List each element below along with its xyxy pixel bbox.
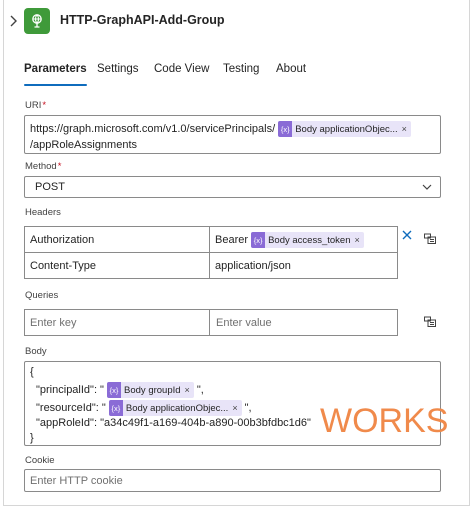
- header: HTTP-GraphAPI-Add-Group: [0, 0, 474, 44]
- body-line: }: [30, 432, 34, 444]
- queries-label: Queries: [25, 290, 59, 301]
- token-remove-icon[interactable]: ×: [402, 124, 407, 134]
- http-globe-icon: [24, 8, 50, 34]
- chevron-down-icon: [422, 184, 432, 190]
- token-remove-icon[interactable]: ×: [185, 385, 190, 395]
- switch-to-text-icon[interactable]: [423, 314, 437, 328]
- tab-about[interactable]: About: [276, 63, 306, 75]
- header-key-field-2[interactable]: Content-Type: [24, 252, 210, 279]
- header-token[interactable]: {x} Body access_token ×: [251, 232, 364, 248]
- body-label: Body: [25, 346, 47, 357]
- expression-icon: {x}: [278, 121, 293, 137]
- uri-field[interactable]: https://graph.microsoft.com/v1.0/service…: [24, 115, 441, 154]
- body-line: "resourceId": " {x} Body applicationObjec…: [36, 400, 252, 416]
- tab-parameters[interactable]: Parameters: [24, 63, 87, 86]
- close-icon[interactable]: [400, 228, 414, 242]
- uri-line-2: /appRoleAssignments: [30, 139, 138, 151]
- method-select[interactable]: POST: [24, 176, 441, 198]
- uri-text-prefix: https://graph.microsoft.com/v1.0/service…: [30, 122, 276, 135]
- cookie-input[interactable]: Enter HTTP cookie: [24, 469, 441, 492]
- expression-icon: {x}: [108, 400, 123, 416]
- body-token[interactable]: {x} Body applicationObjec... ×: [108, 400, 242, 416]
- works-annotation: WORKS: [320, 402, 449, 440]
- switch-to-text-icon[interactable]: [423, 231, 437, 245]
- uri-label: URI*: [25, 100, 47, 111]
- body-line: {: [30, 366, 34, 378]
- query-key-input[interactable]: Enter key: [24, 309, 210, 336]
- cookie-label: Cookie: [25, 455, 55, 466]
- header-value-field-2[interactable]: application/json: [209, 252, 398, 279]
- tab-settings[interactable]: Settings: [97, 63, 139, 75]
- headers-label: Headers: [25, 207, 61, 218]
- body-line: "principalId": " {x} Body groupId × ",: [36, 382, 204, 398]
- action-title[interactable]: HTTP-GraphAPI-Add-Group: [60, 13, 225, 27]
- body-line: "appRoleId": "a34c49f1-a169-404b-a890-00…: [36, 417, 311, 429]
- chevron-right-icon[interactable]: [7, 14, 19, 28]
- expression-icon: {x}: [251, 232, 266, 248]
- body-token[interactable]: {x} Body groupId ×: [107, 382, 194, 398]
- method-value: POST: [35, 181, 65, 193]
- expression-icon: {x}: [107, 382, 122, 398]
- tab-code-view[interactable]: Code View: [154, 63, 209, 75]
- uri-token[interactable]: {x} Body applicationObjec... ×: [278, 121, 411, 137]
- method-label: Method*: [25, 161, 62, 172]
- header-value-field[interactable]: Bearer {x} Body access_token ×: [209, 226, 398, 253]
- header-key-field[interactable]: Authorization: [24, 226, 210, 253]
- uri-line-1: https://graph.microsoft.com/v1.0/service…: [30, 121, 411, 137]
- tab-testing[interactable]: Testing: [223, 63, 259, 75]
- token-remove-icon[interactable]: ×: [354, 235, 359, 245]
- query-value-input[interactable]: Enter value: [209, 309, 398, 336]
- token-remove-icon[interactable]: ×: [232, 403, 237, 413]
